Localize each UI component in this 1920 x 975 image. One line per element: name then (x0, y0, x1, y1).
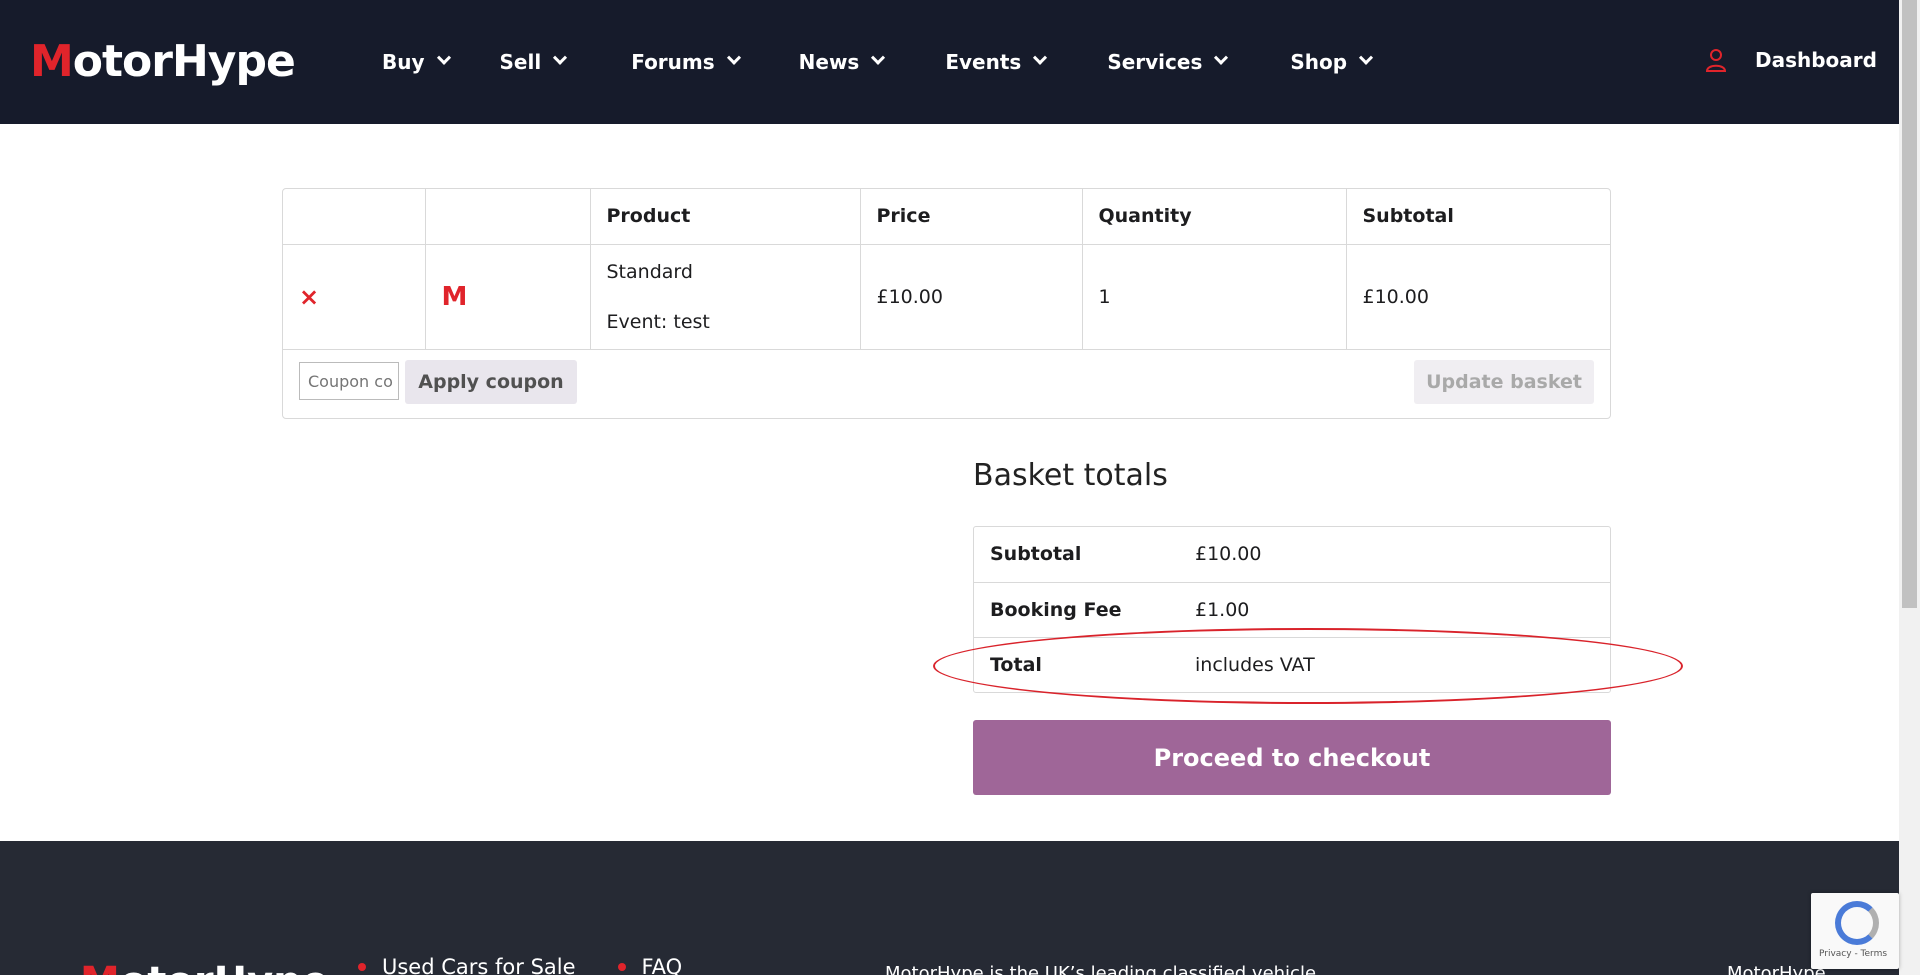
dashboard-label: Dashboard (1755, 48, 1877, 72)
site-header: MotorHype Buy Sell Forums News Events Se… (0, 0, 1899, 124)
product-meta: Event: test (606, 310, 710, 333)
dashboard-link[interactable]: Dashboard (1705, 48, 1877, 72)
footer-links: Used Cars for Sale FAQ (358, 955, 724, 975)
site-logo[interactable]: MotorHype (30, 36, 296, 87)
column-header-remove (283, 189, 426, 245)
coupon-input[interactable] (299, 362, 399, 400)
product-quantity: 1 (1082, 244, 1347, 350)
apply-coupon-button[interactable]: Apply coupon (405, 360, 577, 404)
totals-label: Booking Fee (974, 582, 1179, 638)
column-header-quantity: Quantity (1082, 189, 1347, 245)
scrollbar-thumb[interactable] (1902, 0, 1917, 608)
totals-row-total: Total includes VAT (974, 637, 1610, 692)
basket-totals-table: Subtotal £10.00 Booking Fee £1.00 Total … (973, 526, 1611, 693)
coupon-actions: Apply coupon Update basket (283, 350, 1610, 418)
chevron-down-icon (1214, 50, 1229, 65)
nav-item-news[interactable]: News (799, 48, 886, 76)
proceed-to-checkout-button[interactable]: Proceed to checkout (973, 720, 1611, 795)
totals-value: £10.00 (1179, 527, 1610, 583)
totals-label: Total (990, 653, 1042, 676)
remove-item-icon[interactable]: × (299, 283, 319, 311)
main-nav: Buy Sell Forums News Events Services Sho… (382, 48, 1374, 76)
product-price: £10.00 (860, 244, 1083, 350)
chevron-down-icon (436, 50, 451, 65)
column-header-price: Price (860, 189, 1083, 245)
footer-logo[interactable]: MotorHype (80, 959, 329, 975)
totals-label: Subtotal (974, 527, 1179, 583)
nav-item-buy[interactable]: Buy (382, 48, 451, 76)
totals-value: £1.00 (1179, 582, 1610, 638)
update-basket-button[interactable]: Update basket (1414, 360, 1594, 404)
chevron-down-icon (726, 50, 741, 65)
recaptcha-links[interactable]: Privacy - Terms (1819, 949, 1887, 959)
user-icon (1705, 49, 1727, 72)
bullet-icon (358, 963, 366, 971)
site-footer: MotorHype Used Cars for Sale FAQ MotorHy… (0, 841, 1899, 975)
column-header-thumbnail (425, 189, 591, 245)
column-header-product: Product (590, 189, 861, 245)
footer-link-used-cars[interactable]: Used Cars for Sale (358, 955, 576, 975)
cart-item-row: × M Standard Event: test £10.00 1 £10.00 (283, 244, 1610, 350)
totals-row-booking-fee: Booking Fee £1.00 (974, 582, 1610, 638)
product-name[interactable]: Standard (607, 247, 860, 297)
nav-item-shop[interactable]: Shop (1290, 48, 1374, 76)
footer-description: MotorHype is the UK’s leading classified… (885, 963, 1317, 975)
recaptcha-badge[interactable]: Privacy - Terms (1811, 893, 1899, 969)
basket-totals-title: Basket totals (973, 458, 1168, 493)
chevron-down-icon (1033, 50, 1048, 65)
nav-item-services[interactable]: Services (1107, 48, 1229, 76)
nav-item-forums[interactable]: Forums (631, 48, 741, 76)
totals-row-subtotal: Subtotal £10.00 (974, 527, 1610, 583)
product-subtotal: £10.00 (1346, 244, 1610, 350)
cart-header-row: Product Price Quantity Subtotal (283, 189, 1610, 245)
chevron-down-icon (871, 50, 886, 65)
chevron-down-icon (1359, 50, 1374, 65)
product-thumbnail[interactable]: M (442, 282, 468, 312)
cart-table: Product Price Quantity Subtotal × M Stan… (282, 188, 1611, 419)
chevron-down-icon (553, 50, 568, 65)
bullet-icon (617, 963, 626, 971)
column-header-subtotal: Subtotal (1346, 189, 1610, 245)
totals-value: includes VAT (1195, 653, 1315, 676)
nav-item-sell[interactable]: Sell (500, 48, 568, 76)
nav-item-events[interactable]: Events (945, 48, 1048, 76)
footer-link-faq[interactable]: FAQ (617, 955, 682, 975)
recaptcha-icon (1835, 901, 1879, 945)
page-scrollbar[interactable] (1899, 0, 1920, 975)
